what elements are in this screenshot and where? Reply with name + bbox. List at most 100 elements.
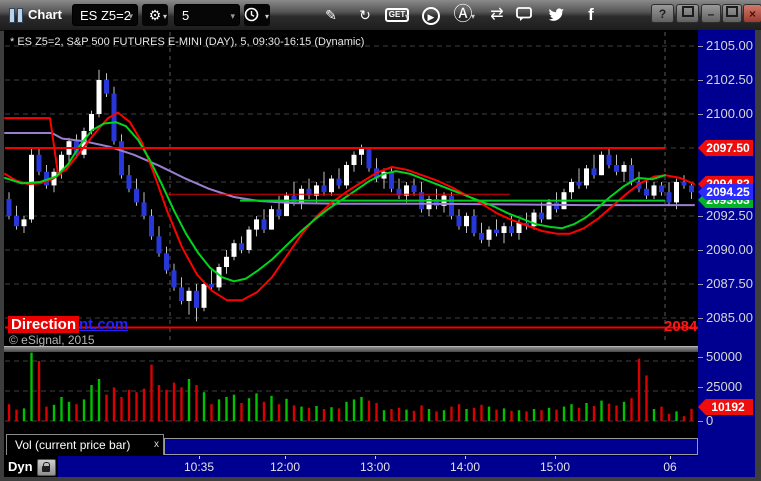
window-frame-bottom xyxy=(0,477,761,481)
restore-icon xyxy=(681,6,694,17)
chevron-down-icon: ▾ xyxy=(162,12,167,21)
time-axis[interactable]: Dyn 10:35 12:00 13:00 14:00 15:00 06 xyxy=(4,456,755,477)
axis-tick-mark xyxy=(698,357,703,358)
twitter-share-button[interactable] xyxy=(548,4,574,26)
pencil-icon: ✎ xyxy=(325,7,337,23)
time-tick-mark xyxy=(375,456,376,459)
indicator-tab-row: Vol (current price bar) x xyxy=(4,433,698,456)
replay-button[interactable]: ▶ xyxy=(418,4,444,26)
draw-button[interactable]: ✎ xyxy=(318,4,344,26)
window-title: Chart xyxy=(28,7,62,22)
chevron-down-icon: ▾ xyxy=(230,11,235,21)
time-tick-mark xyxy=(199,456,200,459)
facebook-share-button[interactable]: f xyxy=(578,4,604,26)
comment-button[interactable] xyxy=(516,4,542,26)
time-tick-label: 10:35 xyxy=(183,460,215,474)
refresh-icon: ↻ xyxy=(359,7,371,23)
axis-tick-label: 2102.50 xyxy=(706,72,753,87)
axis-tick-mark xyxy=(698,284,703,285)
axis-tick-mark xyxy=(698,250,703,251)
watermark: Direction nt.com xyxy=(8,316,128,333)
play-icon: ▶ xyxy=(422,7,440,25)
gear-icon: ⚙ xyxy=(148,7,162,23)
chevron-down-icon: ▾ xyxy=(404,12,409,21)
close-button[interactable]: × xyxy=(743,4,761,23)
axis-tick-label: 2085.00 xyxy=(706,310,753,325)
time-tick-label: 06 xyxy=(663,460,677,474)
symbol-combo[interactable]: ES Z5=2 ▾ xyxy=(72,4,138,26)
reload-button[interactable]: ↻ xyxy=(352,4,378,26)
chart-window: Chart ES Z5=2 ▾ ⚙ ▾ 5 ▾ ▾ ✎ ↻ GET ▾ ▶ Ⓐ … xyxy=(0,0,761,481)
price-axis[interactable]: 2105.00 2102.50 2100.00 2092.50 2090.00 2087.… xyxy=(698,30,755,352)
time-tick-label: 14:00 xyxy=(449,460,481,474)
axis-tick-label: 2100.00 xyxy=(706,106,753,121)
axis-tick-label: 0 xyxy=(706,413,714,428)
time-tick-label: 12:00 xyxy=(269,460,301,474)
axis-tick-mark xyxy=(698,114,703,115)
axis-tick-label: 50000 xyxy=(706,349,743,364)
title-bar: Chart ES Z5=2 ▾ ⚙ ▾ 5 ▾ ▾ ✎ ↻ GET ▾ ▶ Ⓐ … xyxy=(0,0,761,31)
dynamic-mode-button[interactable]: Dyn xyxy=(8,459,33,474)
time-tick-label: 15:00 xyxy=(539,460,571,474)
facebook-icon: f xyxy=(588,5,594,24)
axis-tick-label: 2092.50 xyxy=(706,208,753,223)
interval-value: 5 xyxy=(182,8,190,23)
circled-a-icon: Ⓐ xyxy=(453,4,473,25)
watermark-link[interactable]: nt.com xyxy=(79,316,128,333)
candlestick-chart[interactable] xyxy=(4,30,698,346)
send-symbol-button[interactable]: ⇄ xyxy=(484,4,510,26)
symbol-value: ES Z5=2 xyxy=(80,8,131,23)
maximize-icon xyxy=(726,6,738,17)
close-icon: × xyxy=(748,7,756,21)
tab-volume-label: Vol (current price bar) xyxy=(15,438,131,452)
watermark-highlight: Direction xyxy=(8,316,80,333)
scroll-strip[interactable] xyxy=(164,438,698,455)
time-settings-button[interactable]: ▾ xyxy=(244,4,270,26)
time-tick-mark xyxy=(285,456,286,459)
minimize-button[interactable]: – xyxy=(701,4,721,23)
lock-button[interactable] xyxy=(37,459,56,476)
price-flag: 2094.25 xyxy=(698,184,753,200)
volume-pane[interactable] xyxy=(4,352,698,433)
axis-tick-mark xyxy=(698,216,703,217)
chevron-down-icon: ▾ xyxy=(264,12,269,21)
help-icon: ? xyxy=(658,7,667,21)
chevron-down-icon: ▾ xyxy=(128,11,133,21)
speech-bubble-icon xyxy=(516,7,532,21)
price-pane[interactable]: * ES Z5=2, S&P 500 FUTURES E-MINI (DAY),… xyxy=(4,30,698,346)
time-tick-mark xyxy=(555,456,556,459)
price-flag: 10192 xyxy=(698,399,753,415)
chart-header: * ES Z5=2, S&P 500 FUTURES E-MINI (DAY),… xyxy=(10,36,365,48)
tab-volume-study[interactable]: Vol (current price bar) x xyxy=(6,434,164,455)
support-level-label: 2084 xyxy=(664,318,698,335)
interval-combo[interactable]: 5 ▾ xyxy=(174,4,240,26)
time-tick-label: 13:00 xyxy=(359,460,391,474)
chevron-down-icon: ▾ xyxy=(470,12,475,21)
axis-tick-mark xyxy=(698,318,703,319)
symbol-settings-button[interactable]: ⚙ ▾ xyxy=(142,4,168,26)
axis-tick-label: 25000 xyxy=(706,379,743,394)
restore-window-button[interactable] xyxy=(676,4,699,23)
price-flag: 2097.50 xyxy=(698,140,753,156)
get-data-button[interactable]: GET ▾ xyxy=(384,4,410,26)
volume-chart[interactable] xyxy=(4,352,698,433)
axis-tick-label: 2090.00 xyxy=(706,242,753,257)
chart-window-icon xyxy=(9,8,23,23)
axis-tick-label: 2105.00 xyxy=(706,38,753,53)
tab-close-icon[interactable]: x xyxy=(154,435,159,455)
copyright-label: © eSignal, 2015 xyxy=(9,333,95,346)
minimize-icon: – xyxy=(707,7,715,21)
axis-tick-label: 2087.50 xyxy=(706,276,753,291)
axis-tick-mark xyxy=(698,421,703,422)
twitter-icon xyxy=(548,8,564,21)
maximize-button[interactable] xyxy=(722,4,742,23)
window-frame-right xyxy=(755,30,761,481)
axis-tick-mark xyxy=(698,46,703,47)
help-button[interactable]: ? xyxy=(651,4,674,23)
auto-trade-button[interactable]: Ⓐ ▾ xyxy=(450,4,476,26)
axis-tick-mark xyxy=(698,80,703,81)
time-tick-mark xyxy=(670,456,671,459)
clock-icon xyxy=(244,7,259,22)
transfer-arrows-icon: ⇄ xyxy=(490,6,504,23)
time-tick-mark xyxy=(465,456,466,459)
